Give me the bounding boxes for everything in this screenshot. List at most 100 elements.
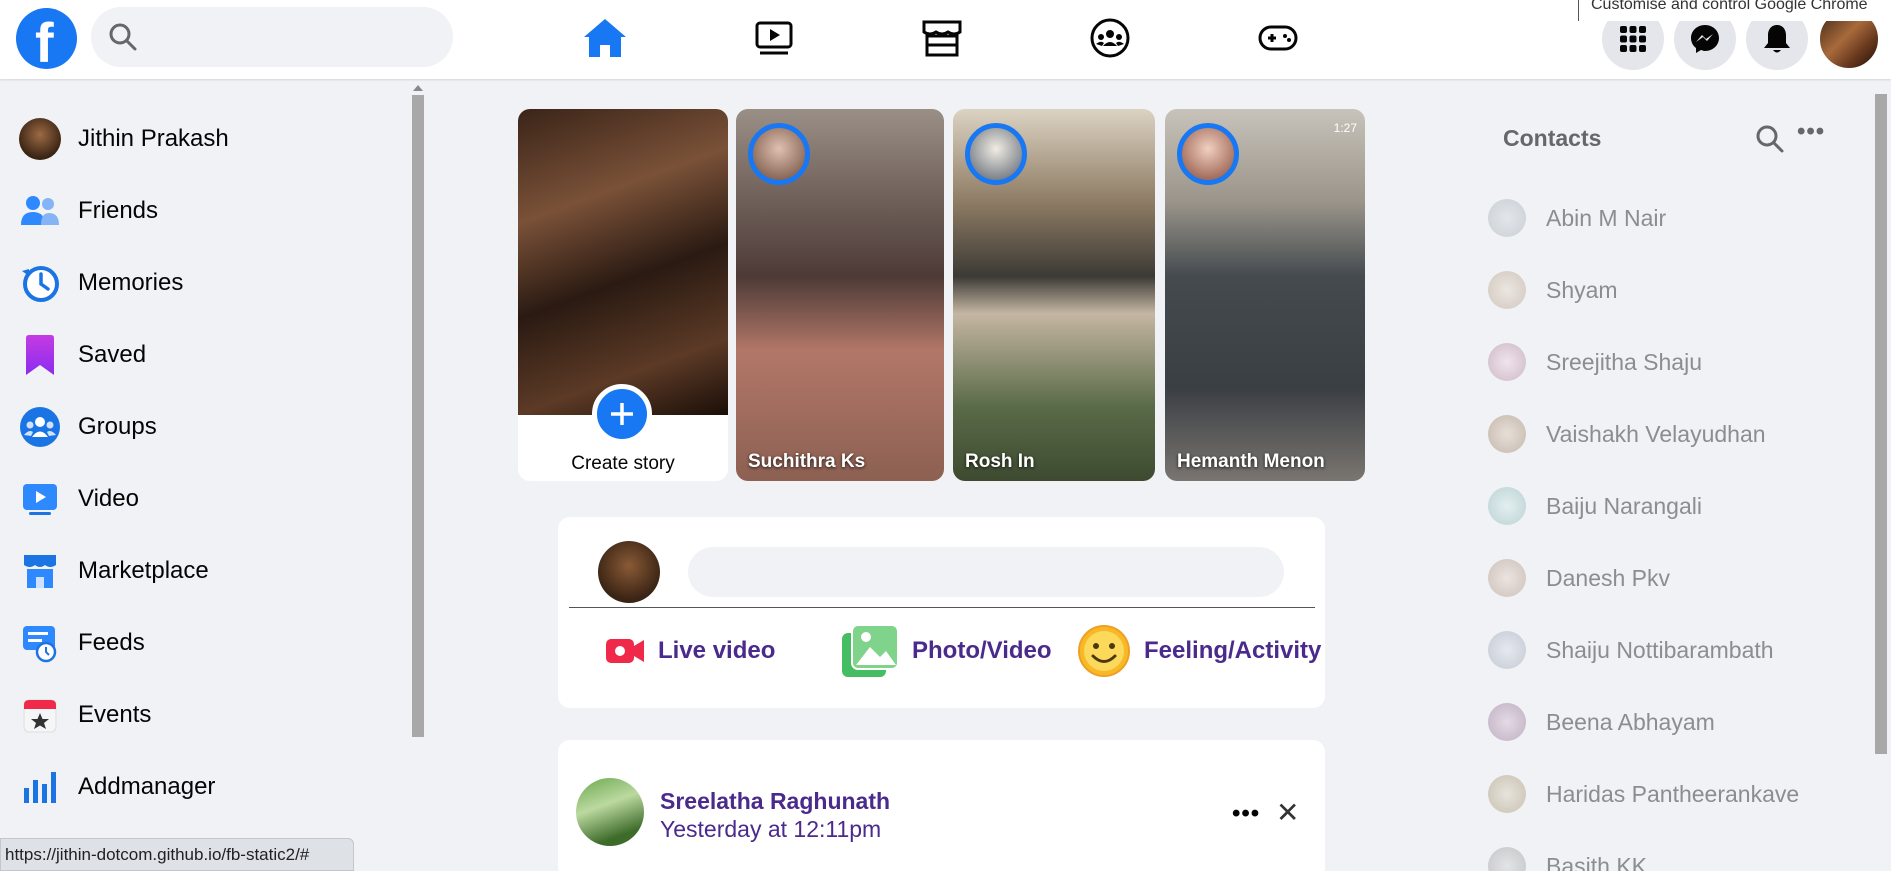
- saved-icon: [18, 333, 62, 377]
- home-icon: [584, 19, 626, 57]
- sidebar-item-memories[interactable]: Memories: [18, 253, 183, 313]
- contact-name: Baiju Narangali: [1546, 492, 1702, 519]
- feeling-icon: [1078, 625, 1130, 677]
- search-icon[interactable]: [1755, 124, 1785, 154]
- contact-item[interactable]: Basith KK: [1488, 838, 1647, 871]
- composer-input[interactable]: [688, 547, 1284, 597]
- live-video-button[interactable]: Live video: [604, 623, 775, 679]
- contact-name: Danesh Pkv: [1546, 564, 1671, 591]
- messenger-icon: [1691, 25, 1719, 53]
- story-author-name: Hemanth Menon: [1177, 451, 1325, 472]
- contact-avatar: [1488, 415, 1526, 453]
- plus-icon: [611, 403, 633, 425]
- live-video-icon: [606, 639, 644, 663]
- create-story-card[interactable]: Create story: [518, 109, 728, 481]
- post-timestamp[interactable]: Yesterday at 12:11pm: [660, 816, 881, 843]
- sidebar-item-friends[interactable]: Friends: [18, 181, 158, 241]
- sidebar-item-saved[interactable]: Saved: [18, 325, 146, 385]
- create-story-label: Create story: [571, 453, 675, 474]
- contact-name: Vaishakh Velayudhan: [1546, 420, 1766, 447]
- sidebar-item-ads-manager[interactable]: Addmanager: [18, 757, 215, 817]
- post-more-options-button[interactable]: •••: [1232, 800, 1260, 828]
- top-navigation-bar: f Customise and control Google Chrome: [0, 0, 1891, 79]
- create-story-button[interactable]: [592, 384, 652, 444]
- friends-icon: [18, 189, 62, 233]
- sidebar-item-feeds[interactable]: Feeds: [18, 613, 145, 673]
- photo-video-icon: [842, 624, 899, 677]
- search-box[interactable]: [91, 7, 453, 67]
- contact-avatar: [1488, 271, 1526, 309]
- sidebar-item-video[interactable]: Video: [18, 469, 139, 529]
- sidebar-item-groups[interactable]: Groups: [18, 397, 157, 457]
- feed-post: Sreelatha Raghunath Yesterday at 12:11pm…: [558, 740, 1325, 871]
- sidebar-item-label: Marketplace: [78, 557, 209, 584]
- contact-avatar: [1488, 703, 1526, 741]
- sidebar-item-marketplace[interactable]: Marketplace: [18, 541, 209, 601]
- photo-video-button[interactable]: Photo/Video: [840, 623, 1052, 679]
- story-author-avatar: [748, 123, 810, 185]
- story-time: 1:27: [1333, 121, 1357, 135]
- sidebar-scroll-up-arrow[interactable]: [413, 85, 423, 91]
- sidebar-item-label: Saved: [78, 341, 147, 368]
- contact-item[interactable]: Vaishakh Velayudhan: [1488, 406, 1766, 462]
- contact-avatar: [1488, 631, 1526, 669]
- contact-avatar: [1488, 559, 1526, 597]
- composer-divider: [569, 607, 1315, 608]
- contact-item[interactable]: Shyam: [1488, 262, 1618, 318]
- tab-marketplace[interactable]: [897, 8, 987, 68]
- tab-gaming[interactable]: [1233, 8, 1323, 68]
- story-author-name: Suchithra Ks: [748, 451, 866, 472]
- marketplace-icon: [922, 20, 962, 57]
- contact-item[interactable]: Beena Abhayam: [1488, 694, 1715, 750]
- post-author-name[interactable]: Sreelatha Raghunath: [660, 788, 890, 815]
- left-sidebar: Jithin Prakash Friends Memories Saved Gr…: [0, 79, 424, 871]
- story-card[interactable]: 1:27 Hemanth Menon: [1165, 109, 1365, 481]
- tab-watch[interactable]: [729, 8, 819, 68]
- contact-avatar: [1488, 343, 1526, 381]
- events-icon: [18, 693, 62, 737]
- sidebar-item-label: Memories: [78, 269, 184, 296]
- contact-item[interactable]: Abin M Nair: [1488, 190, 1666, 246]
- contacts-more-options-button[interactable]: •••: [1797, 118, 1825, 146]
- feeling-activity-button[interactable]: Feeling/Activity: [1076, 623, 1321, 679]
- feeling-activity-label: Feeling/Activity: [1144, 637, 1322, 664]
- feeds-icon: [18, 621, 62, 665]
- story-author-avatar: [965, 123, 1027, 185]
- menu-grid-icon: [1620, 26, 1646, 52]
- search-input[interactable]: [149, 21, 439, 53]
- story-card[interactable]: Rosh In: [953, 109, 1155, 481]
- contact-item[interactable]: Haridas Pantheerankave: [1488, 766, 1799, 822]
- sidebar-item-events[interactable]: Events: [18, 685, 151, 745]
- groups-icon: [1090, 18, 1130, 58]
- photo-video-label: Photo/Video: [912, 637, 1052, 664]
- sidebar-item-label: Friends: [78, 197, 159, 224]
- page-scrollbar[interactable]: [1875, 94, 1887, 754]
- contact-name: Shaiju Nottibarambath: [1546, 636, 1774, 663]
- contact-item[interactable]: Sreejitha Shaju: [1488, 334, 1702, 390]
- tab-groups[interactable]: [1065, 8, 1155, 68]
- gaming-icon: [1258, 25, 1298, 51]
- contact-name: Sreejitha Shaju: [1546, 348, 1702, 375]
- contact-item[interactable]: Danesh Pkv: [1488, 550, 1670, 606]
- post-close-button[interactable]: ✕: [1276, 796, 1299, 829]
- browser-tooltip: Customise and control Google Chrome: [1578, 0, 1891, 21]
- memories-icon: [18, 261, 62, 305]
- logo-letter: f: [35, 11, 54, 74]
- profile-avatar: [18, 117, 62, 161]
- sidebar-scrollbar[interactable]: [412, 95, 424, 737]
- story-card[interactable]: Suchithra Ks: [736, 109, 944, 481]
- contact-item[interactable]: Shaiju Nottibarambath: [1488, 622, 1774, 678]
- facebook-logo[interactable]: f: [16, 8, 77, 74]
- browser-status-url: https://jithin-dotcom.github.io/fb-stati…: [0, 838, 354, 871]
- contact-name: Beena Abhayam: [1546, 708, 1715, 735]
- post-author-avatar[interactable]: [576, 778, 644, 846]
- contact-item[interactable]: Baiju Narangali: [1488, 478, 1702, 534]
- create-story-photo: [518, 109, 728, 415]
- contact-avatar: [1488, 775, 1526, 813]
- sidebar-item-label: Jithin Prakash: [78, 125, 229, 152]
- search-icon: [109, 23, 137, 51]
- contact-avatar: [1488, 847, 1526, 871]
- tab-home[interactable]: [560, 8, 650, 68]
- sidebar-item-profile[interactable]: Jithin Prakash: [18, 109, 229, 169]
- story-author-name: Rosh In: [965, 451, 1035, 472]
